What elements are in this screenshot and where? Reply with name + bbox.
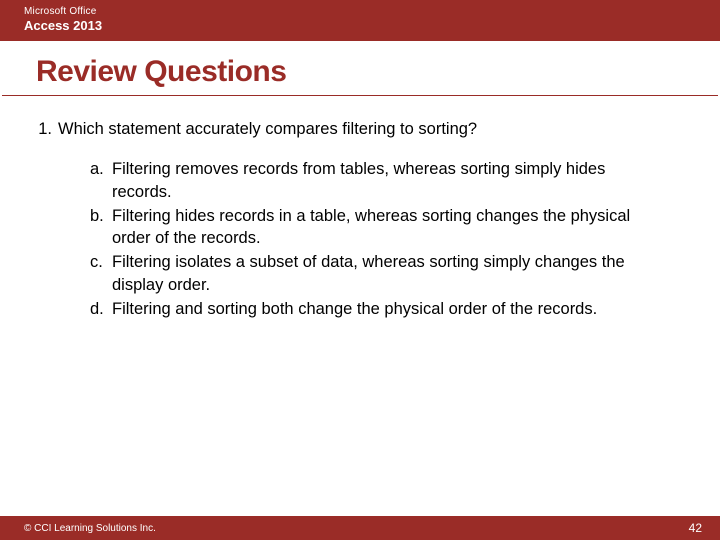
question: 1. Which statement accurately compares f… (30, 118, 682, 140)
option-letter: c. (90, 251, 112, 296)
option-letter: a. (90, 158, 112, 203)
slide: Microsoft Office Access 2013 Review Ques… (0, 0, 720, 540)
option-a: a. Filtering removes records from tables… (90, 158, 682, 203)
question-stem: Which statement accurately compares filt… (58, 118, 682, 140)
option-text: Filtering isolates a subset of data, whe… (112, 251, 682, 296)
header-brand: Microsoft Office (24, 6, 696, 17)
option-text: Filtering removes records from tables, w… (112, 158, 682, 203)
content-area: 1. Which statement accurately compares f… (0, 96, 720, 516)
option-text: Filtering and sorting both change the ph… (112, 298, 682, 320)
header-product: Access 2013 (24, 18, 696, 33)
option-letter: d. (90, 298, 112, 320)
option-c: c. Filtering isolates a subset of data, … (90, 251, 682, 296)
title-area: Review Questions (2, 41, 718, 96)
page-number: 42 (689, 521, 702, 535)
footer-bar: © CCI Learning Solutions Inc. 42 (0, 516, 720, 540)
option-letter: b. (90, 205, 112, 250)
option-text: Filtering hides records in a table, wher… (112, 205, 682, 250)
header-bar: Microsoft Office Access 2013 (0, 0, 720, 41)
question-number: 1. (30, 118, 58, 140)
option-d: d. Filtering and sorting both change the… (90, 298, 682, 320)
option-b: b. Filtering hides records in a table, w… (90, 205, 682, 250)
page-title: Review Questions (36, 55, 684, 89)
copyright-text: © CCI Learning Solutions Inc. (24, 523, 156, 534)
options-list: a. Filtering removes records from tables… (30, 158, 682, 320)
